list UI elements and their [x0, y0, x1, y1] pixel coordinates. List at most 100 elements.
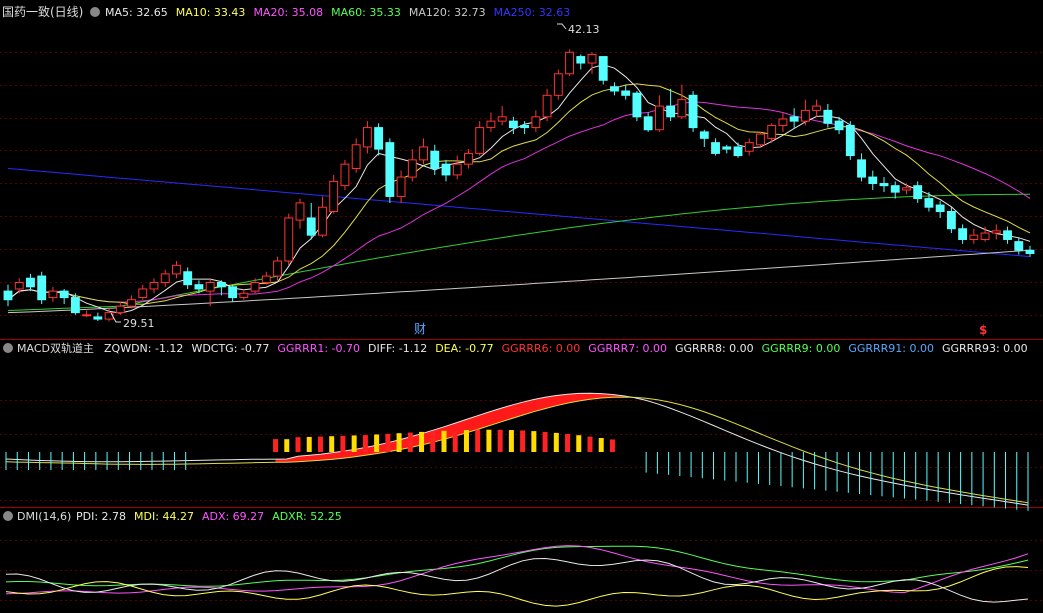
candle-body-59	[666, 105, 676, 118]
candle-62	[699, 129, 709, 147]
high-label: 42.13	[568, 23, 600, 36]
macd-bar-51	[576, 435, 582, 452]
macd-indicator-9: GGRRR91: 0.00	[848, 342, 934, 355]
candle-26	[295, 198, 305, 229]
candle-20	[228, 284, 238, 302]
settings-dropdown-icon[interactable]	[90, 7, 100, 17]
candle-2	[26, 273, 35, 292]
candle-body-89	[1003, 230, 1012, 240]
candle-body-77	[868, 176, 878, 185]
candle-63	[711, 138, 720, 156]
macd-indicator-1: WDCTG: -0.77	[191, 342, 269, 355]
candle-43	[486, 112, 496, 132]
candle-58	[654, 95, 664, 132]
candle-body-45	[508, 120, 518, 129]
macd-bar-30	[340, 435, 346, 452]
candle-body-69	[778, 118, 788, 126]
macd-bar-26	[295, 437, 301, 452]
candle-70	[789, 108, 799, 128]
candle-body-60	[677, 99, 687, 118]
candle-body-48	[542, 94, 552, 118]
candle-body-28	[318, 206, 327, 236]
candle-body-22	[250, 282, 260, 292]
candle-21	[239, 288, 249, 300]
candle-body-46	[520, 124, 530, 129]
candle-36	[407, 149, 417, 182]
candle-34	[385, 138, 395, 203]
candle-88	[991, 224, 1001, 240]
candle-body-62	[699, 131, 709, 139]
candle-47	[531, 110, 541, 132]
stock-title: 国药一致(日线)	[2, 5, 83, 19]
candle-body-53	[598, 56, 608, 81]
candle-28	[318, 196, 327, 238]
candle-91	[1025, 245, 1035, 257]
candle-15	[172, 260, 181, 279]
stock-chart[interactable]: 42.13 29.51 财 $ 国药一致(日线) MA5: 32.65 MA10:…	[0, 0, 1043, 613]
candle-body-83	[935, 204, 945, 213]
main-indicator-4: MA120: 32.73	[409, 6, 486, 19]
candle-body-1	[14, 282, 24, 290]
candle-7	[82, 310, 92, 317]
candle-body-47	[531, 116, 541, 129]
candle-body-42	[475, 127, 485, 154]
dividend-marker[interactable]: $	[979, 323, 987, 337]
candle-body-52	[587, 53, 597, 64]
candle-body-24	[273, 260, 282, 277]
candle-body-8	[93, 316, 103, 320]
adx-line	[5, 545, 1029, 595]
candle-57	[643, 112, 653, 132]
candle-29	[329, 174, 339, 214]
candle-66	[744, 138, 754, 156]
candle-body-86	[969, 234, 979, 240]
candle-body-49	[553, 73, 563, 96]
macd-bar-50	[565, 433, 571, 452]
macd-indicator-5: GGRRR6: 0.00	[502, 342, 581, 355]
macd-dropdown-icon[interactable]	[3, 343, 13, 353]
dmi-indicator-legend: PDI: 2.78 MDI: 44.27 ADX: 69.27 ADXR: 52.25	[76, 510, 342, 523]
candle-18	[205, 278, 215, 307]
candle-body-87	[980, 232, 990, 240]
dmi-indicator-2: ADX: 69.27	[202, 510, 264, 523]
candle-body-54	[610, 86, 619, 92]
dmi-header: DMI(14,6) PDI: 2.78 MDI: 44.27 ADX: 69.27 A…	[3, 510, 342, 523]
macd-bar-53	[598, 438, 604, 452]
candle-body-19	[216, 282, 226, 288]
candle-85	[958, 224, 968, 244]
candle-body-38	[430, 150, 440, 169]
candle-body-71	[800, 109, 810, 122]
macd-bar-54	[609, 439, 615, 452]
ma20-line	[7, 101, 1031, 303]
financial-report-marker[interactable]: 财	[414, 322, 426, 336]
macd-bar-36	[407, 432, 413, 452]
candle-body-0	[3, 290, 13, 301]
candle-19	[216, 280, 226, 296]
candle-body-13	[149, 282, 159, 290]
candle-90	[1014, 237, 1024, 255]
candle-83	[935, 200, 945, 218]
candle-body-3	[37, 275, 47, 301]
candle-body-17	[194, 284, 204, 290]
macd-bar-27	[306, 436, 312, 452]
candle-body-68	[767, 124, 777, 139]
macd-panel-plot	[5, 392, 1029, 511]
candle-body-7	[82, 314, 92, 317]
candle-body-70	[789, 116, 799, 122]
macd-bar-35	[396, 433, 402, 452]
main-indicator-0: MA5: 32.65	[105, 6, 168, 19]
candlestick-series	[3, 49, 1035, 322]
main-indicator-2: MA20: 35.08	[253, 6, 323, 19]
candle-body-16	[183, 271, 193, 286]
ma10-line	[7, 83, 1031, 305]
macd-bar-28	[317, 436, 323, 452]
candle-body-31	[351, 144, 361, 169]
candle-body-39	[441, 163, 451, 176]
dmi-dropdown-icon[interactable]	[3, 511, 13, 521]
macd-bar-32	[362, 435, 368, 452]
candle-body-29	[329, 180, 339, 213]
candle-body-78	[879, 183, 889, 187]
candle-body-21	[239, 292, 249, 299]
candle-78	[879, 177, 889, 193]
candle-60	[677, 84, 687, 119]
macd-bar-41	[463, 429, 469, 452]
